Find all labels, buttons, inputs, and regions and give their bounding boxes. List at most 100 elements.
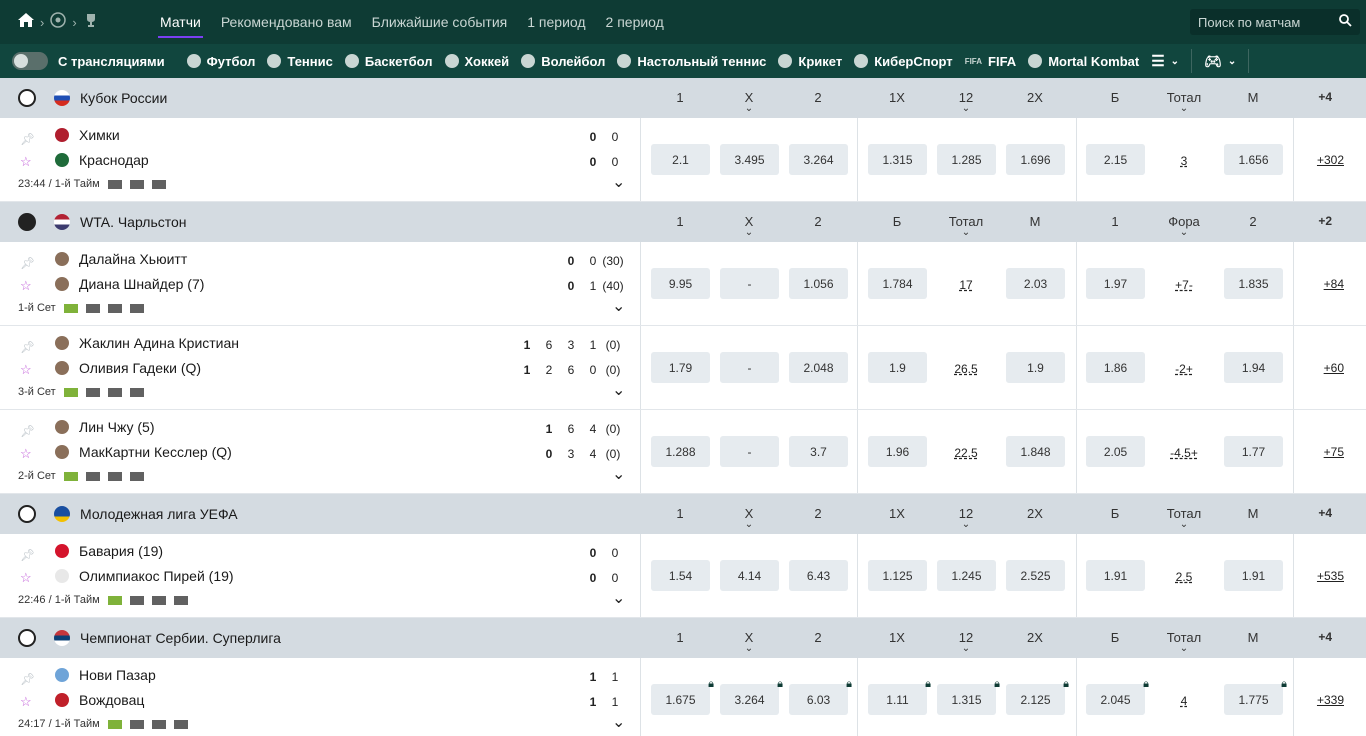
- match-row[interactable]: 📌︎ ☆ Бавария (19) Олимпиакос Пирей (19) 0 0 0 0…: [0, 534, 1366, 618]
- chevron-down-icon[interactable]: ⌄: [936, 520, 996, 530]
- more-markets-link[interactable]: +302: [1317, 153, 1344, 167]
- games-menu[interactable]: 🎮︎ ⌄: [1204, 53, 1236, 70]
- odds-button[interactable]: 2.045 🔒︎: [1086, 678, 1149, 715]
- sport-cricket[interactable]: Крикет: [778, 54, 842, 69]
- odds-button[interactable]: -: [720, 352, 779, 383]
- more-markets-link[interactable]: +60: [1324, 361, 1344, 375]
- odds-button[interactable]: 1.245: [937, 560, 996, 591]
- odds-button[interactable]: 1.91: [1086, 560, 1145, 591]
- match-row[interactable]: 📌︎ ☆ Химки Краснодар 0 0 0 0 23:44 / 1-й Тайм ⌄ 2.…: [0, 118, 1366, 202]
- tab-recommended[interactable]: Рекомендовано вам: [211, 0, 362, 44]
- chevron-down-icon[interactable]: ⌄: [936, 644, 996, 654]
- odds-button[interactable]: 2.05: [1086, 436, 1145, 467]
- stats-icon[interactable]: [85, 387, 100, 397]
- odds-button[interactable]: 1.696: [1006, 144, 1065, 175]
- tab-matches[interactable]: Матчи: [150, 0, 211, 44]
- stats-icon[interactable]: [151, 719, 166, 729]
- stats-icon[interactable]: [85, 303, 100, 313]
- odds-button[interactable]: 6.43: [789, 560, 848, 591]
- odds-button[interactable]: 1.94: [1224, 352, 1283, 383]
- lineup-icon[interactable]: [129, 303, 144, 313]
- stats-icon[interactable]: [107, 471, 122, 481]
- odds-button[interactable]: 4.14: [720, 560, 779, 591]
- chevron-down-icon[interactable]: ⌄: [936, 228, 996, 238]
- favorite-star-icon[interactable]: ☆: [20, 278, 32, 294]
- sport-esports[interactable]: КиберСпорт: [854, 54, 953, 69]
- handicap-line-value[interactable]: -2+: [1154, 362, 1214, 376]
- stats-icon[interactable]: [129, 719, 144, 729]
- favorite-star-icon[interactable]: ☆: [20, 446, 32, 462]
- sport-table-tennis[interactable]: Настольный теннис: [617, 54, 766, 69]
- chevron-down-icon[interactable]: ⌄: [1154, 104, 1214, 114]
- stats-icon[interactable]: [129, 179, 144, 189]
- chevron-down-icon[interactable]: ⌄: [719, 104, 779, 114]
- soccer-ball-icon[interactable]: [50, 11, 67, 33]
- pin-icon[interactable]: 📌︎: [20, 340, 35, 354]
- odds-button[interactable]: 1.77: [1224, 436, 1283, 467]
- handicap-line-value[interactable]: 2.5: [1154, 570, 1214, 584]
- sport-football[interactable]: Футбол: [186, 54, 255, 69]
- sport-tennis[interactable]: Теннис: [267, 54, 333, 69]
- odds-button[interactable]: 1.784: [868, 268, 927, 299]
- league-name[interactable]: Чемпионат Сербии. Суперлига: [80, 630, 281, 646]
- odds-button[interactable]: 6.03 🔒︎: [789, 678, 852, 715]
- odds-button[interactable]: 1.675 🔒︎: [651, 678, 714, 715]
- handicap-line-value[interactable]: 3: [1154, 154, 1214, 168]
- chevron-down-icon[interactable]: ⌄: [1154, 644, 1214, 654]
- lineup-icon[interactable]: [173, 595, 188, 605]
- chevron-down-icon[interactable]: ⌄: [1154, 520, 1214, 530]
- handicap-line-value[interactable]: +7-: [1154, 278, 1214, 292]
- pin-icon[interactable]: 📌︎: [20, 424, 35, 438]
- odds-button[interactable]: 1.86: [1086, 352, 1145, 383]
- match-row[interactable]: 📌︎ ☆ Жаклин Адина Кристиан Оливия Гадеки (Q…: [0, 326, 1366, 410]
- odds-button[interactable]: 1.125: [868, 560, 927, 591]
- expand-chevron-icon[interactable]: ⌄: [612, 380, 625, 400]
- handicap-line-value[interactable]: 4: [1154, 694, 1214, 708]
- chevron-down-icon[interactable]: ⌄: [719, 644, 779, 654]
- expand-chevron-icon[interactable]: ⌄: [612, 464, 625, 484]
- stats-icon[interactable]: [107, 179, 122, 189]
- search-icon[interactable]: [1339, 14, 1352, 30]
- odds-button[interactable]: 2.125 🔒︎: [1006, 678, 1069, 715]
- lineup-icon[interactable]: [129, 471, 144, 481]
- pin-icon[interactable]: 📌︎: [20, 548, 35, 562]
- odds-button[interactable]: 1.315: [868, 144, 927, 175]
- match-row[interactable]: 📌︎ ☆ Далайна Хьюитт Диана Шнайдер (7) 0 0 (30)…: [0, 242, 1366, 326]
- match-row[interactable]: 📌︎ ☆ Лин Чжу (5) МакКартни Кесслер (Q) 1 6 4 (0…: [0, 410, 1366, 494]
- odds-button[interactable]: 1.97: [1086, 268, 1145, 299]
- odds-button[interactable]: 3.264 🔒︎: [720, 678, 783, 715]
- lineup-icon[interactable]: [129, 387, 144, 397]
- sport-mortal-kombat[interactable]: Mortal Kombat: [1028, 54, 1139, 69]
- odds-button[interactable]: 1.96: [868, 436, 927, 467]
- lineup-icon[interactable]: [173, 719, 188, 729]
- odds-button[interactable]: 2.15: [1086, 144, 1145, 175]
- sport-fifa[interactable]: FIFA FIFA: [965, 54, 1017, 69]
- handicap-line-value[interactable]: -4.5+: [1154, 446, 1214, 460]
- stream-toggle[interactable]: [12, 52, 48, 70]
- odds-button[interactable]: 2.048: [789, 352, 848, 383]
- pin-icon[interactable]: 📌︎: [20, 256, 35, 270]
- handicap-line-value[interactable]: 26.5: [936, 362, 996, 376]
- expand-chevron-icon[interactable]: ⌄: [612, 712, 625, 732]
- odds-button[interactable]: 1.835: [1224, 268, 1283, 299]
- odds-button[interactable]: 1.54: [651, 560, 710, 591]
- league-name[interactable]: Кубок России: [80, 90, 167, 106]
- chevron-down-icon[interactable]: ⌄: [719, 228, 779, 238]
- odds-button[interactable]: -: [720, 436, 779, 467]
- more-markets-link[interactable]: +535: [1317, 569, 1344, 583]
- favorite-star-icon[interactable]: ☆: [20, 694, 32, 710]
- odds-button[interactable]: 1.056: [789, 268, 848, 299]
- favorite-star-icon[interactable]: ☆: [20, 362, 32, 378]
- odds-button[interactable]: 9.95: [651, 268, 710, 299]
- more-sports-menu[interactable]: ☰ ⌄: [1151, 52, 1179, 70]
- odds-button[interactable]: 1.848: [1006, 436, 1065, 467]
- chevron-down-icon[interactable]: ⌄: [1154, 228, 1214, 238]
- odds-button[interactable]: 2.03: [1006, 268, 1065, 299]
- search-input[interactable]: Поиск по матчам: [1190, 9, 1360, 35]
- odds-button[interactable]: 3.7: [789, 436, 848, 467]
- odds-button[interactable]: 3.264: [789, 144, 848, 175]
- odds-button[interactable]: -: [720, 268, 779, 299]
- odds-button[interactable]: 2.1: [651, 144, 710, 175]
- favorite-star-icon[interactable]: ☆: [20, 570, 32, 586]
- chevron-down-icon[interactable]: ⌄: [719, 520, 779, 530]
